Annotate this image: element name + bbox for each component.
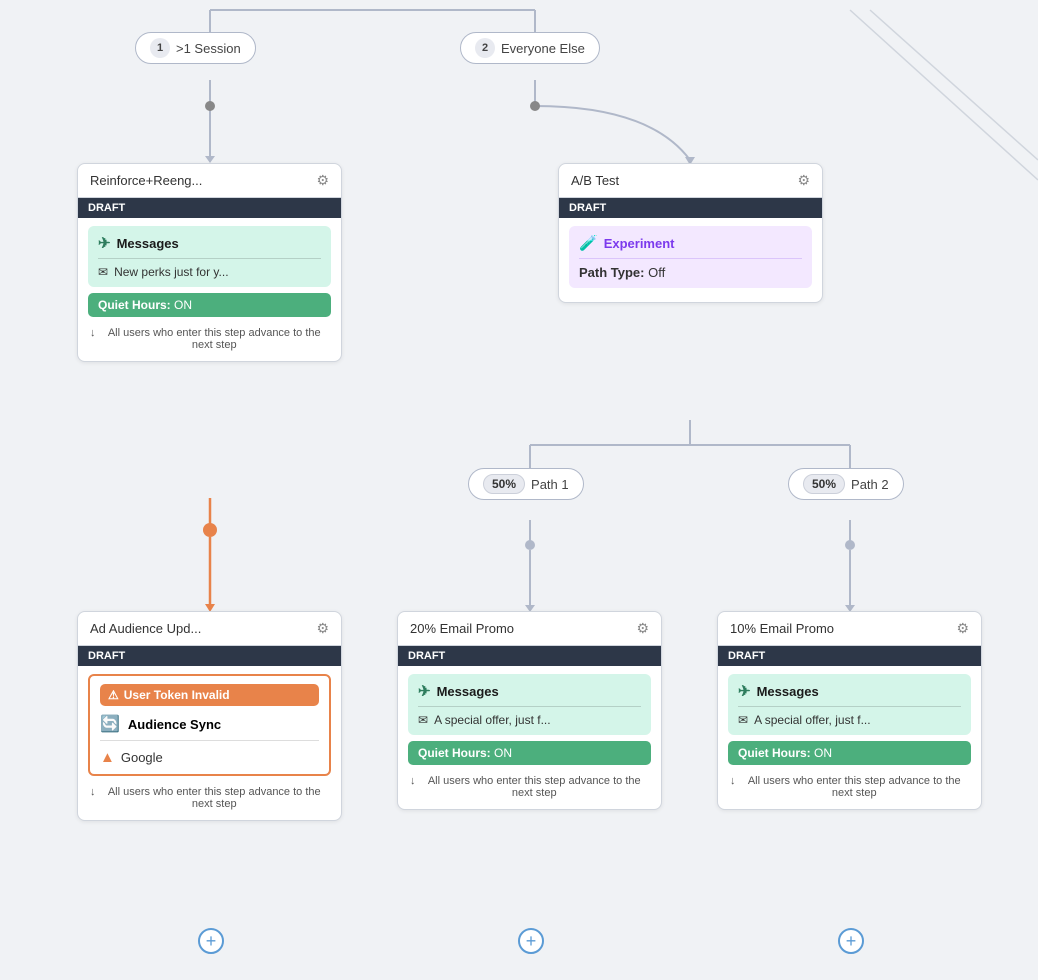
experiment-block: 🧪 Experiment Path Type: Off	[569, 226, 812, 288]
email20-header: 20% Email Promo ⚙	[398, 612, 661, 646]
path2-pill[interactable]: 50% Path 2	[788, 468, 904, 500]
email10-messages-title: ✈ Messages	[738, 682, 961, 700]
ad-audience-draft-badge: DRAFT	[78, 646, 341, 666]
ad-audience-node: Ad Audience Upd... ⚙ DRAFT ⚠ User Token …	[77, 611, 342, 821]
path2-label: Path 2	[851, 477, 889, 492]
email10-draft-badge: DRAFT	[718, 646, 981, 666]
paper-plane-icon2: ✈	[418, 682, 431, 700]
envelope-icon: ✉	[98, 265, 108, 279]
email10-msg-block: ✈ Messages ✉ A special offer, just f...	[728, 674, 971, 735]
down-arrow-icon: ↓	[90, 327, 96, 339]
email20-add-button[interactable]: +	[518, 928, 544, 954]
reinforce-title: Reinforce+Reeng...	[90, 173, 202, 188]
error-badge: ⚠ User Token Invalid	[100, 684, 319, 706]
workflow-canvas: 1 >1 Session 2 Everyone Else Reinforce+R…	[0, 0, 1038, 980]
email20-advance-text: ↓ All users who enter this step advance …	[408, 771, 651, 801]
reinforce-message-row: ✉ New perks just for y...	[98, 265, 321, 279]
beaker-icon: 🧪	[579, 234, 598, 252]
reinforce-add-button[interactable]: +	[198, 928, 224, 954]
path-type-row: Path Type: Off	[579, 265, 802, 280]
reinforce-quiet-badge: Quiet Hours: ON	[88, 293, 331, 317]
email20-body: ✈ Messages ✉ A special offer, just f... …	[398, 666, 661, 809]
abtest-gear-icon[interactable]: ⚙	[797, 172, 810, 189]
email20-title: 20% Email Promo	[410, 621, 514, 636]
branch1-number: 1	[150, 38, 170, 58]
email20-quiet-badge: Quiet Hours: ON	[408, 741, 651, 765]
email10-message-row: ✉ A special offer, just f...	[738, 713, 961, 727]
down-arrow-icon4: ↓	[730, 775, 736, 787]
email10-node: 10% Email Promo ⚙ DRAFT ✈ Messages ✉ A s…	[717, 611, 982, 810]
branch2-label: Everyone Else	[501, 41, 585, 56]
path1-label: Path 1	[531, 477, 569, 492]
abtest-node: A/B Test ⚙ DRAFT 🧪 Experiment Path Type:…	[558, 163, 823, 303]
abtest-body: 🧪 Experiment Path Type: Off	[559, 218, 822, 302]
reinforce-gear-icon[interactable]: ⚙	[316, 172, 329, 189]
email20-message-row: ✉ A special offer, just f...	[418, 713, 641, 727]
envelope-icon2: ✉	[418, 713, 428, 727]
email10-body: ✈ Messages ✉ A special offer, just f... …	[718, 666, 981, 809]
reinforce-advance-text: ↓ All users who enter this step advance …	[88, 323, 331, 353]
abtest-draft-badge: DRAFT	[559, 198, 822, 218]
ad-advance-text: ↓ All users who enter this step advance …	[88, 782, 331, 812]
email20-draft-badge: DRAFT	[398, 646, 661, 666]
branch2-pill[interactable]: 2 Everyone Else	[460, 32, 600, 64]
experiment-title: 🧪 Experiment	[579, 234, 802, 252]
envelope-icon3: ✉	[738, 713, 748, 727]
reinforce-messages-title: ✈ Messages	[98, 234, 321, 252]
email10-add-button[interactable]: +	[838, 928, 864, 954]
google-icon: ▲	[100, 749, 115, 766]
abtest-title: A/B Test	[571, 173, 619, 188]
branch1-pill[interactable]: 1 >1 Session	[135, 32, 256, 64]
branch2-number: 2	[475, 38, 495, 58]
email20-gear-icon[interactable]: ⚙	[636, 620, 649, 637]
email10-quiet-badge: Quiet Hours: ON	[728, 741, 971, 765]
reinforce-draft-badge: DRAFT	[78, 198, 341, 218]
ad-audience-gear-icon[interactable]: ⚙	[316, 620, 329, 637]
audience-sync-row: 🔄 Audience Sync	[100, 714, 319, 734]
email20-msg-block: ✈ Messages ✉ A special offer, just f...	[408, 674, 651, 735]
email10-gear-icon[interactable]: ⚙	[956, 620, 969, 637]
down-arrow-icon3: ↓	[410, 775, 416, 787]
branch1-label: >1 Session	[176, 41, 241, 56]
email20-messages-title: ✈ Messages	[418, 682, 641, 700]
email20-node: 20% Email Promo ⚙ DRAFT ✈ Messages ✉ A s…	[397, 611, 662, 810]
reinforce-body: ✈ Messages ✉ New perks just for y... Qui…	[78, 218, 341, 361]
abtest-header: A/B Test ⚙	[559, 164, 822, 198]
reinforce-msg-block: ✈ Messages ✉ New perks just for y...	[88, 226, 331, 287]
path1-pct[interactable]: 50%	[483, 474, 525, 494]
email10-header: 10% Email Promo ⚙	[718, 612, 981, 646]
sync-icon: 🔄	[100, 714, 120, 734]
path1-pill[interactable]: 50% Path 1	[468, 468, 584, 500]
warning-icon: ⚠	[108, 688, 119, 702]
ad-sync-block: ⚠ User Token Invalid 🔄 Audience Sync ▲ G…	[88, 674, 331, 776]
paper-plane-icon: ✈	[98, 234, 111, 252]
down-arrow-icon2: ↓	[90, 786, 96, 798]
email10-advance-text: ↓ All users who enter this step advance …	[728, 771, 971, 801]
paper-plane-icon3: ✈	[738, 682, 751, 700]
ad-audience-title: Ad Audience Upd...	[90, 621, 201, 636]
ad-audience-body: ⚠ User Token Invalid 🔄 Audience Sync ▲ G…	[78, 666, 341, 820]
reinforce-node: Reinforce+Reeng... ⚙ DRAFT ✈ Messages ✉ …	[77, 163, 342, 362]
path2-pct[interactable]: 50%	[803, 474, 845, 494]
google-row: ▲ Google	[100, 749, 319, 766]
reinforce-header: Reinforce+Reeng... ⚙	[78, 164, 341, 198]
email10-title: 10% Email Promo	[730, 621, 834, 636]
ad-audience-header: Ad Audience Upd... ⚙	[78, 612, 341, 646]
